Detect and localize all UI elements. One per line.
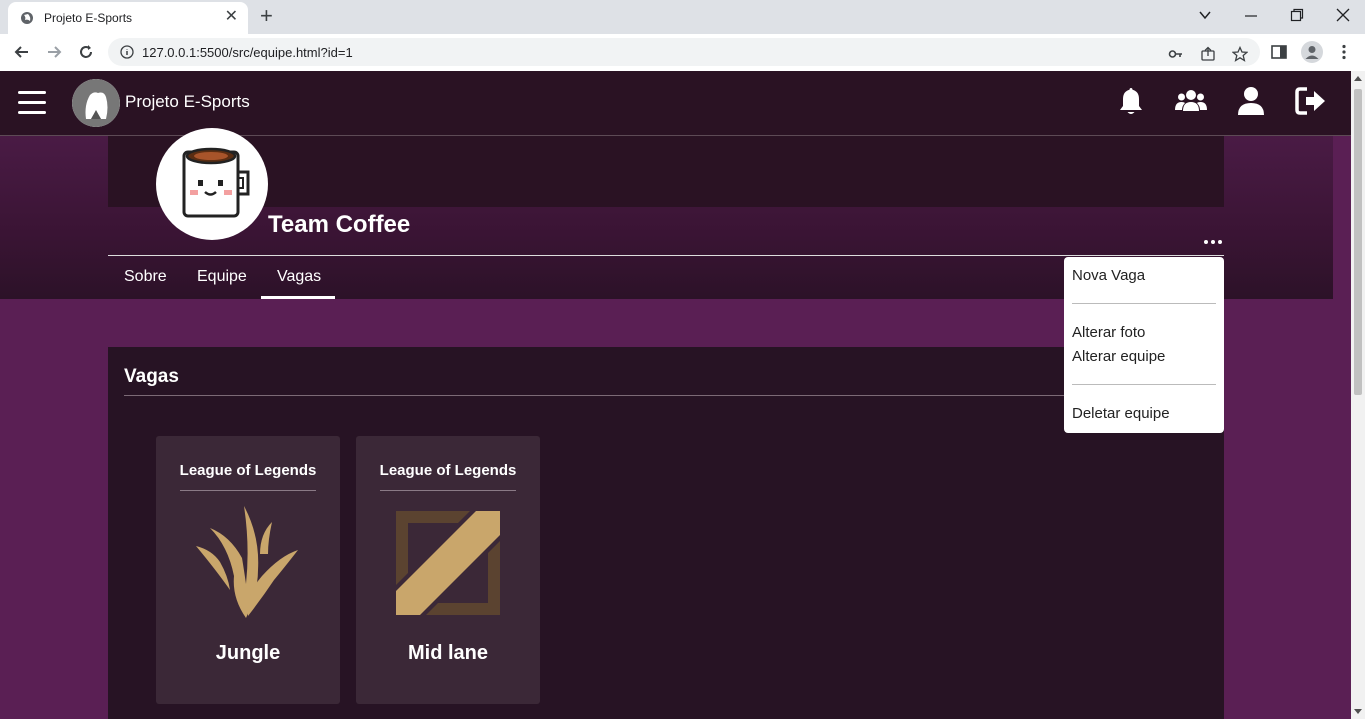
site-info-icon[interactable] [120, 45, 134, 59]
coffee-mug-icon [182, 147, 250, 218]
tab-equipe[interactable]: Equipe [197, 268, 247, 286]
team-cover [108, 136, 1224, 207]
card-game: League of Legends [179, 462, 317, 479]
browser-tab[interactable]: Projeto E-Sports ✕ [8, 2, 248, 34]
app-header: Projeto E-Sports [0, 71, 1351, 136]
minimize-icon[interactable] [1244, 9, 1258, 23]
restore-icon[interactable] [1290, 8, 1304, 22]
team-name: Team Coffee [268, 211, 411, 238]
mid-lane-role-icon [396, 511, 500, 615]
tab-close-icon[interactable]: ✕ [225, 9, 238, 25]
vaga-card-mid-lane[interactable]: League of Legends Mid lane [356, 436, 540, 704]
app-title[interactable]: Projeto E-Sports [125, 92, 250, 112]
close-window-icon[interactable] [1336, 8, 1350, 22]
vagas-divider [124, 395, 1208, 396]
reload-icon[interactable] [76, 42, 96, 62]
bookmark-star-icon[interactable] [1232, 46, 1248, 62]
app-logo[interactable] [72, 79, 120, 127]
card-role: Mid lane [407, 642, 488, 664]
user-profile-icon[interactable] [1235, 85, 1267, 117]
bell-icon[interactable] [1115, 85, 1147, 117]
kebab-menu-icon[interactable] [1335, 43, 1353, 61]
browser-tab-strip: Projeto E-Sports ✕ + [0, 0, 1365, 34]
profile-avatar-icon[interactable] [1301, 41, 1323, 63]
team-options-dropdown: Nova Vaga Alterar foto Alterar equipe De… [1064, 257, 1224, 433]
hamburger-menu-icon[interactable] [18, 91, 46, 115]
card-game: League of Legends [379, 462, 517, 479]
logout-icon[interactable] [1295, 85, 1327, 117]
url-text: 127.0.0.1:5500/src/equipe.html?id=1 [142, 45, 353, 60]
side-panel-icon[interactable] [1270, 43, 1288, 61]
forward-arrow-icon[interactable] [44, 42, 64, 62]
tab-search-chevron-icon[interactable] [1198, 8, 1212, 22]
menu-item-deletar-equipe[interactable]: Deletar equipe [1072, 405, 1170, 422]
share-icon[interactable] [1200, 46, 1216, 62]
jungle-role-icon [196, 506, 298, 618]
active-tab-indicator [261, 296, 335, 299]
address-bar: 127.0.0.1:5500/src/equipe.html?id=1 [0, 34, 1365, 72]
team-avatar[interactable] [156, 128, 268, 240]
new-tab-icon[interactable]: + [260, 5, 273, 27]
card-role: Jungle [215, 642, 281, 664]
menu-item-alterar-equipe[interactable]: Alterar equipe [1072, 348, 1165, 365]
users-group-icon[interactable] [1175, 85, 1207, 117]
hands-logo-icon [72, 79, 120, 127]
globe-icon [21, 12, 33, 24]
vaga-card-jungle[interactable]: League of Legends Jungle [156, 436, 340, 704]
tab-title: Projeto E-Sports [44, 11, 133, 25]
scroll-thumb[interactable] [1354, 89, 1362, 395]
page-scrollbar[interactable] [1351, 71, 1365, 719]
card-divider [380, 490, 516, 491]
card-divider [180, 490, 316, 491]
menu-item-nova-vaga[interactable]: Nova Vaga [1072, 267, 1145, 284]
scroll-up-arrow-icon[interactable] [1354, 76, 1362, 81]
menu-separator [1072, 384, 1216, 385]
key-icon[interactable] [1168, 46, 1184, 62]
tab-vagas[interactable]: Vagas [277, 268, 321, 286]
tab-sobre[interactable]: Sobre [124, 268, 167, 286]
banner-divider [108, 255, 1224, 256]
back-arrow-icon[interactable] [12, 42, 32, 62]
menu-separator [1072, 303, 1216, 304]
vagas-title: Vagas [124, 366, 179, 387]
url-omnibox[interactable]: 127.0.0.1:5500/src/equipe.html?id=1 [108, 38, 1260, 66]
more-options-icon[interactable] [1202, 236, 1224, 248]
scroll-down-arrow-icon[interactable] [1354, 709, 1362, 714]
menu-item-alterar-foto[interactable]: Alterar foto [1072, 324, 1145, 341]
